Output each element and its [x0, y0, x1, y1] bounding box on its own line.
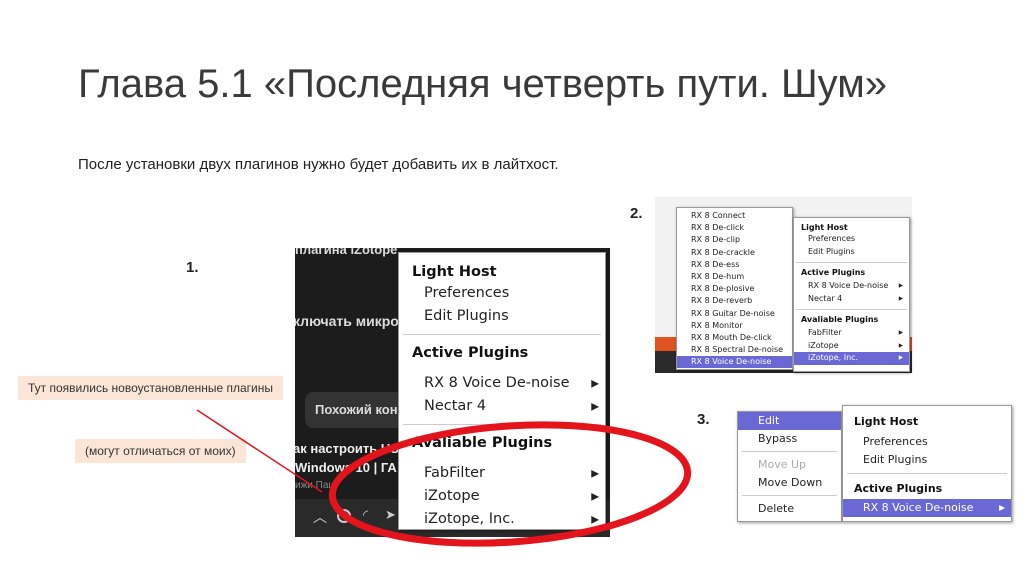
highlight-ellipse	[328, 421, 692, 547]
annotation-layer	[196, 409, 692, 547]
pointer-line	[196, 409, 323, 493]
